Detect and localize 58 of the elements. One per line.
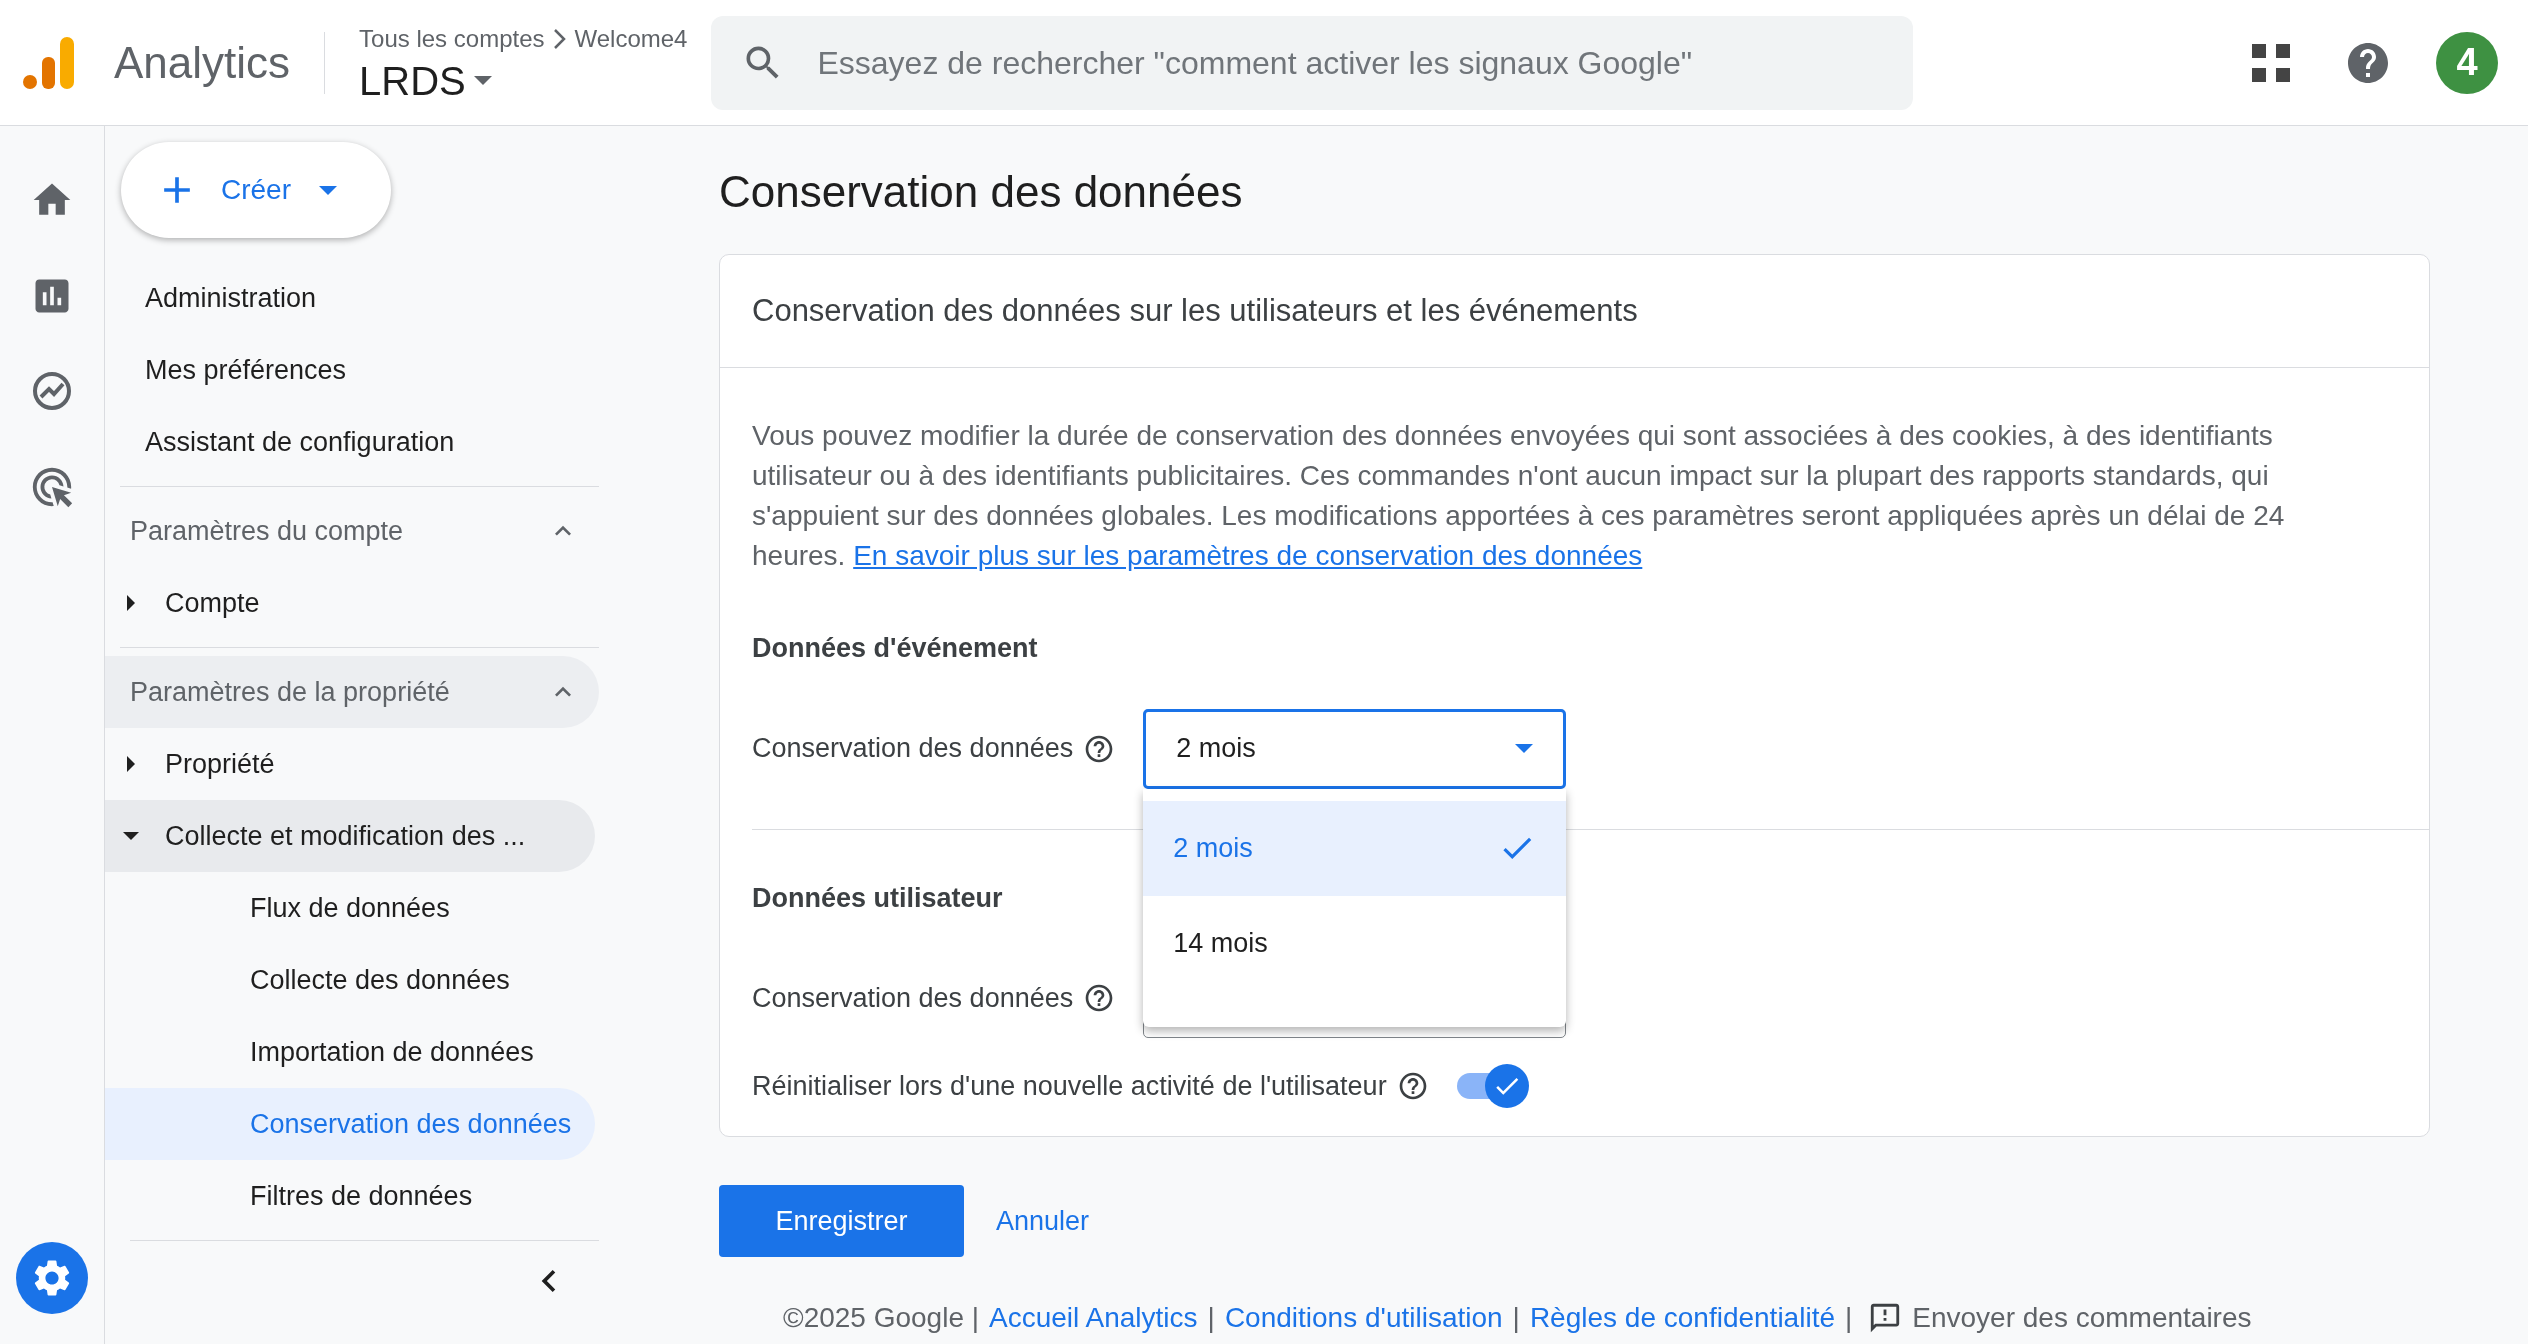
- account-avatar[interactable]: 4: [2436, 31, 2498, 94]
- caret-icon: [127, 595, 135, 611]
- feedback-link[interactable]: Envoyer des commentaires: [1868, 1297, 2252, 1339]
- trend-icon[interactable]: [31, 370, 73, 412]
- caret-icon: [319, 185, 337, 195]
- footer-link[interactable]: Règles de confidentialité: [1529, 1297, 1835, 1339]
- toggle-label: Réinitialiser lors d'une nouvelle activité de l'utilisateur: [752, 1069, 1387, 1103]
- cancel-button[interactable]: Annuler: [996, 1200, 1090, 1242]
- save-button[interactable]: Enregistrer: [719, 1185, 964, 1257]
- nav-item-label: Collecte et modification des ...: [165, 819, 526, 853]
- footer-text: |: [1845, 1301, 1853, 1335]
- section-label: Paramètres du compte: [130, 514, 404, 548]
- nav-item[interactable]: Propriété: [105, 728, 595, 800]
- section-header[interactable]: Paramètres du compte: [105, 495, 599, 567]
- footer-text: |: [1512, 1301, 1520, 1335]
- dropdown-option[interactable]: 14 mois: [1143, 895, 1567, 991]
- caret-icon: [473, 76, 492, 85]
- nav-item[interactable]: Administration: [105, 262, 605, 334]
- footer-text: |: [1207, 1301, 1215, 1335]
- section-heading: Données d'événement: [752, 632, 1039, 665]
- retention-select[interactable]: 2 mois: [1143, 708, 1567, 789]
- nav-item[interactable]: Mes préférences: [105, 334, 605, 406]
- section-heading: Données utilisateur: [752, 881, 1004, 915]
- nav-item[interactable]: Collecte des données: [105, 944, 595, 1016]
- nav-item-label: Compte: [165, 586, 260, 620]
- section-header[interactable]: Paramètres de la propriété: [105, 656, 599, 728]
- page-title: Conservation des données: [719, 166, 1244, 218]
- field-label: Conservation des données: [752, 981, 1074, 1015]
- product-name: Analytics: [114, 36, 291, 89]
- breadcrumb-link[interactable]: Tous les comptes: [359, 20, 545, 57]
- apps-icon[interactable]: [2252, 43, 2290, 82]
- nav-item[interactable]: Collecte et modification des ...: [105, 800, 595, 872]
- breadcrumb-link[interactable]: Welcome4: [574, 20, 688, 57]
- nav-item[interactable]: Assistant de configuration: [105, 406, 605, 478]
- section-label: Paramètres de la propriété: [130, 675, 450, 709]
- field-label: Conservation des données: [752, 732, 1074, 766]
- card-title: Conservation des données sur les utilisateurs et les événements: [752, 291, 1638, 330]
- footer-text: ©2025 Google |: [783, 1301, 980, 1335]
- property-selector[interactable]: LRDS: [359, 56, 688, 105]
- search-field[interactable]: Essayez de rechercher "comment activer les signaux Google": [711, 15, 1914, 110]
- caret-icon: [127, 756, 135, 772]
- footer-link[interactable]: Accueil Analytics: [989, 1297, 1198, 1339]
- description-paragraph: Vous pouvez modifier la durée de conservation des données envoyées qui sont associées à des cookies, à des identifiants utilisateur ou à des identifiants publicitaires. Ces commandes n'ont aucun impact sur la plupart des rapports standards, qui s'appuient sur des données globales. Les modifications apportées à ces paramètres seront appliquées après un délai de 24 heures. En savoir plus sur les paramètres de conservation des données: [752, 419, 2286, 573]
- nav-item-label: Propriété: [165, 747, 275, 781]
- nav-item[interactable]: Conservation des données: [105, 1088, 595, 1160]
- chevron-icon: [552, 27, 567, 50]
- caret-icon: [1515, 744, 1534, 753]
- nav-item[interactable]: Compte: [105, 567, 595, 639]
- learn-more-link[interactable]: En savoir plus sur les paramètres de conservation des données: [853, 540, 1643, 571]
- footer-link[interactable]: Conditions d'utilisation: [1224, 1297, 1503, 1339]
- nav-item[interactable]: Filtres de données: [105, 1160, 595, 1232]
- create-button[interactable]: Créer: [121, 142, 391, 238]
- caret-icon: [123, 832, 139, 840]
- nav-item[interactable]: Importation de données: [105, 1016, 595, 1088]
- search-input[interactable]: Essayez de rechercher "comment activer les signaux Google": [817, 38, 1884, 87]
- dropdown-option[interactable]: 2 mois: [1143, 800, 1567, 896]
- reset-toggle[interactable]: [1456, 1064, 1529, 1108]
- nav-item[interactable]: Flux de données: [105, 872, 595, 944]
